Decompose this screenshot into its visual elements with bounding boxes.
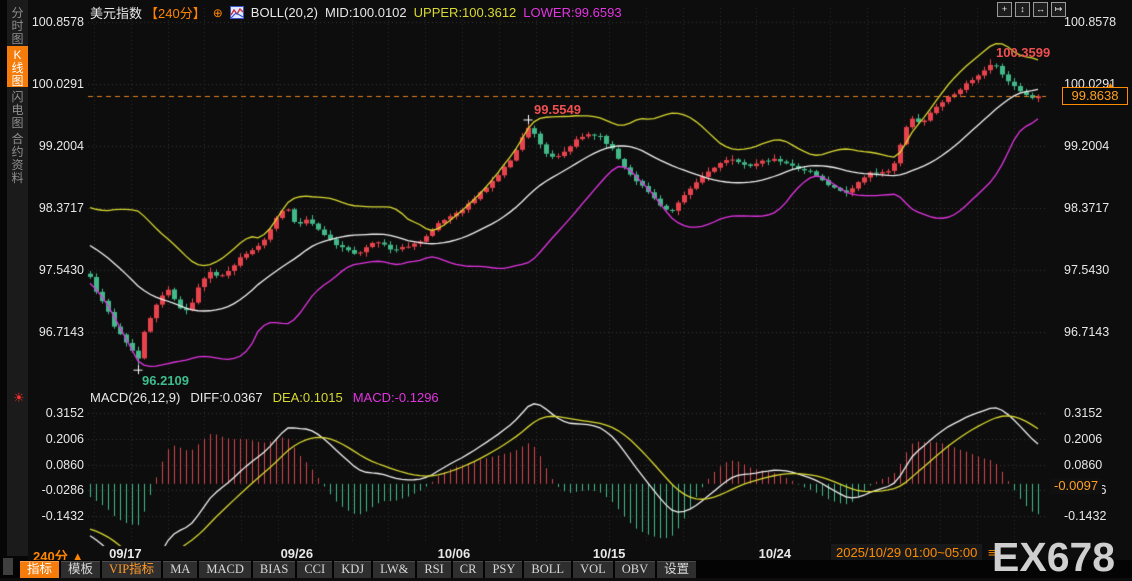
- toolbar-item-OBV[interactable]: OBV: [614, 561, 656, 578]
- price-axis-label-l: 100.0291: [31, 77, 84, 91]
- fit-horizontal-icon[interactable]: ↔: [1033, 2, 1048, 17]
- toolbar-item-BOLL[interactable]: BOLL: [524, 561, 572, 578]
- macd-title[interactable]: MACD(26,12,9): [90, 390, 180, 405]
- toolbar-item-BIAS[interactable]: BIAS: [252, 561, 296, 578]
- sidebar-tab-2[interactable]: K线图: [7, 46, 28, 88]
- price-axis-label-r: 99.2004: [1064, 139, 1110, 153]
- x-axis-date: 09/17: [109, 546, 142, 561]
- x-axis-date: 09/26: [280, 546, 314, 561]
- toolbar-item-MACD[interactable]: MACD: [199, 561, 251, 578]
- swing-high-annotation: 99.5549: [534, 102, 581, 118]
- sidebar-tab-3[interactable]: 闪电图: [7, 88, 28, 130]
- current-price-badge: 99.8638: [1062, 87, 1128, 106]
- macd-axis-label-l: 0.3152: [45, 406, 84, 420]
- chart-tool-icons: + ↕ ↔ ↦: [997, 2, 1066, 17]
- macd-dea-value: DEA:0.1015: [272, 390, 343, 405]
- sidebar-tab-1[interactable]: 分时图: [7, 4, 28, 46]
- bar-datetime-range: 2025/10/29 01:00~05:00: [831, 544, 983, 561]
- toolbar-item-VOL[interactable]: VOL: [573, 561, 613, 578]
- low-price-annotation: 96.2109: [142, 372, 189, 388]
- price-axis-label-r: 97.5430: [1064, 263, 1110, 277]
- corner-box: [3, 558, 13, 575]
- toolbar-item-指标[interactable]: 指标: [20, 561, 60, 578]
- shift-right-icon[interactable]: ↦: [1051, 2, 1066, 17]
- indicator-toolbar: 指标 模板 VIP指标 MA MACD BIAS CCI KDJ LW& RSI CR PSY BOLL…: [0, 560, 1132, 578]
- indicator-name[interactable]: BOLL(20,2): [251, 5, 318, 20]
- macd-axis-label-r: 0.0860: [1064, 457, 1103, 472]
- toolbar-item-PSY[interactable]: PSY: [485, 561, 523, 578]
- macd-hist-value: MACD:-0.1296: [352, 390, 439, 405]
- macd-axis-label-r: -0.1432: [1064, 509, 1107, 523]
- collapse-icon[interactable]: ⊕: [213, 6, 223, 20]
- x-axis-date: 10/06: [437, 546, 471, 561]
- period-label: 【240分】: [145, 6, 206, 21]
- macd-axis-label-l: -0.0286: [41, 483, 84, 498]
- alert-icon[interactable]: ☀: [13, 390, 25, 406]
- price-axis-label-l: 97.5430: [38, 263, 84, 277]
- price-axis-label-l: 99.2004: [38, 139, 84, 153]
- macd-axis-label-r: 0.3152: [1064, 406, 1103, 420]
- price-axis-label-r: 96.7143: [1064, 325, 1110, 339]
- candlestick-chart[interactable]: [0, 0, 1132, 578]
- boll-upper-value: UPPER:100.3612: [413, 5, 517, 20]
- macd-axis-label-l: -0.1432: [41, 509, 84, 523]
- toolbar-item-KDJ[interactable]: KDJ: [334, 561, 372, 578]
- toolbar-item-设置[interactable]: 设置: [657, 561, 697, 578]
- toolbar-item-模板[interactable]: 模板: [61, 561, 101, 578]
- macd-current-badge: -0.0097: [1050, 478, 1103, 494]
- toolbar-item-RSI[interactable]: RSI: [417, 561, 451, 578]
- macd-axis-label-l: 0.2006: [45, 431, 84, 446]
- price-axis-label-l: 98.3717: [38, 201, 84, 215]
- toolbar-item-CCI[interactable]: CCI: [297, 561, 333, 578]
- x-axis-date: 10/24: [758, 546, 792, 561]
- macd-axis-label-l: 0.0860: [45, 457, 84, 472]
- price-axis-label-l: 96.7143: [38, 325, 84, 339]
- macd-header: MACD(26,12,9) DIFF:0.0367 DEA:0.1015 MAC…: [90, 390, 439, 405]
- peak-price-annotation: 100.3599: [996, 45, 1051, 61]
- toolbar-item-LW&[interactable]: LW&: [373, 561, 416, 578]
- menu-icon[interactable]: ≡: [988, 545, 996, 560]
- price-up-arrow-icon: ▲: [1106, 80, 1115, 91]
- price-axis-label-r: 98.3717: [1064, 201, 1110, 215]
- macd-axis-label-r: 0.2006: [1064, 431, 1103, 446]
- price-axis-label-r: 100.8578: [1064, 15, 1117, 29]
- x-axis-date: 10/15: [592, 546, 626, 561]
- macd-diff-value: DIFF:0.0367: [190, 390, 263, 405]
- fit-vertical-icon[interactable]: ↕: [1015, 2, 1030, 17]
- kline-icon: [229, 6, 244, 19]
- symbol-name: 美元指数: [90, 6, 143, 21]
- toolbar-item-VIP指标[interactable]: VIP指标: [102, 561, 162, 578]
- toolbar-item-CR[interactable]: CR: [452, 561, 484, 578]
- toolbar-item-MA[interactable]: MA: [163, 561, 198, 578]
- chart-header: 美元指数 【240分】 ⊕ BOLL(20,2) MID:100.0102 UPP…: [90, 3, 622, 22]
- price-axis-label-l: 100.8578: [31, 15, 84, 29]
- crosshair-icon[interactable]: +: [997, 2, 1012, 17]
- boll-mid-value: MID:100.0102: [324, 5, 407, 20]
- sidebar-tab-4[interactable]: 合约资料: [7, 130, 28, 187]
- boll-lower-value: LOWER:99.6593: [523, 5, 622, 20]
